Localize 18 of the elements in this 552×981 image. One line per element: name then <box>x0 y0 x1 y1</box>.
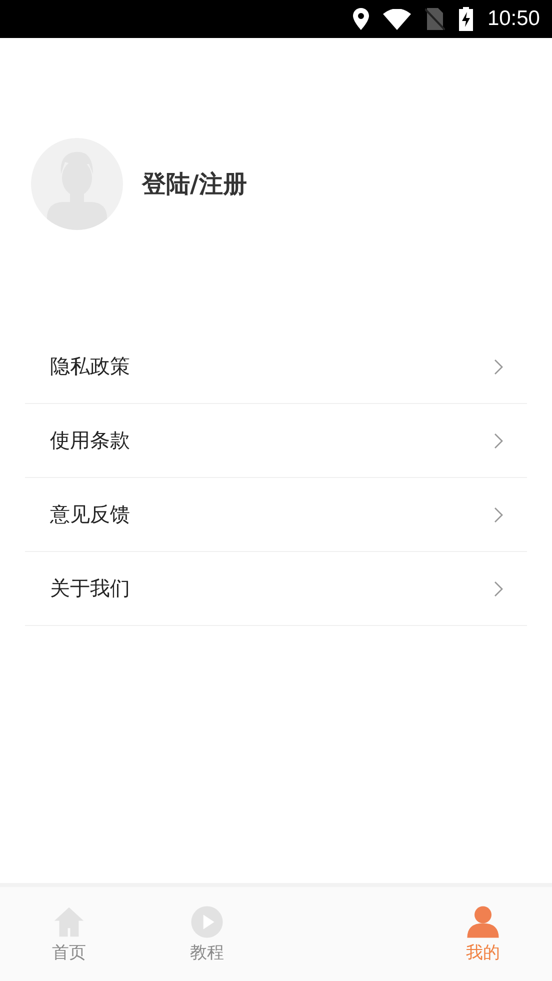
menu-item[interactable]: 隐私政策 <box>25 330 527 404</box>
menu-item[interactable]: 使用条款 <box>25 404 527 478</box>
no-sim-icon <box>425 8 446 30</box>
avatar-icon[interactable] <box>31 138 123 230</box>
chevron-right-icon <box>494 506 503 522</box>
home-icon <box>52 905 86 939</box>
menu-item[interactable]: 意见反馈 <box>25 478 527 552</box>
person-icon <box>466 905 500 939</box>
chevron-right-icon <box>494 432 503 448</box>
location-icon <box>353 8 370 30</box>
clock-text: 10:50 <box>487 7 540 31</box>
menu-item[interactable]: 关于我们 <box>25 552 527 626</box>
wifi-icon <box>383 8 412 30</box>
battery-charging-icon <box>459 7 474 31</box>
login-register-link[interactable]: 登陆/注册 <box>142 168 247 200</box>
chevron-right-icon <box>494 580 503 596</box>
play-icon <box>190 905 224 939</box>
chevron-right-icon <box>494 358 503 374</box>
